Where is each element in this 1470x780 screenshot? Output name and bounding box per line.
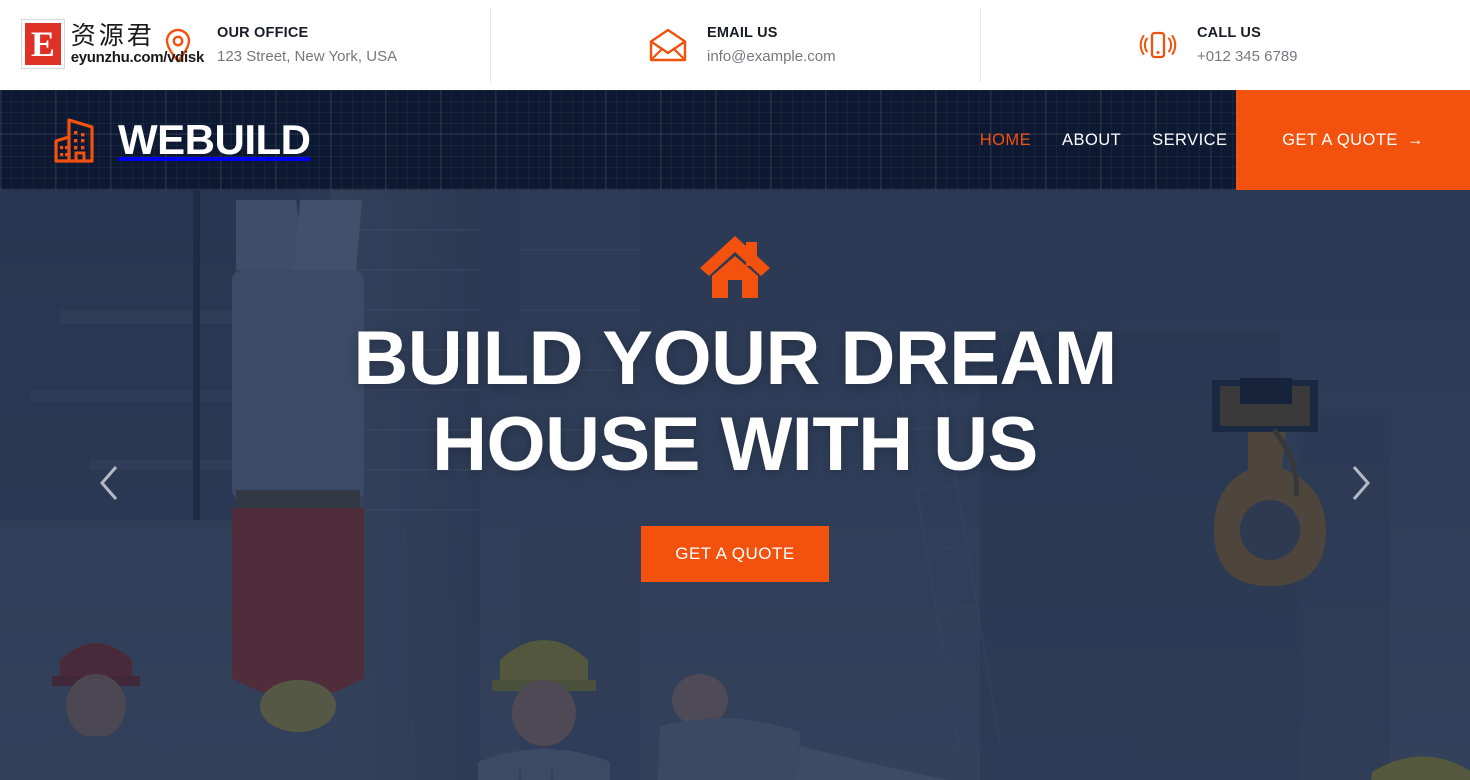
hero-carousel: BUILD YOUR DREAM HOUSE WITH US GET A QUO… xyxy=(0,190,1470,780)
topbar-title-office: OUR OFFICE xyxy=(217,25,309,42)
carousel-prev-button[interactable] xyxy=(88,459,132,511)
building-icon xyxy=(48,112,104,168)
hero-headline-line1: BUILD YOUR DREAM xyxy=(353,316,1117,401)
brand-logo-link[interactable]: WEBUILD xyxy=(48,112,311,168)
brand-name: WEBUILD xyxy=(118,116,311,163)
navbar-get-a-quote-button[interactable]: GET A QUOTE → xyxy=(1236,90,1470,190)
chevron-right-icon xyxy=(1347,463,1373,508)
hero-content: BUILD YOUR DREAM HOUSE WITH US GET A QUO… xyxy=(0,190,1470,780)
topbar-item-office[interactable]: OUR OFFICE 123 Street, New York, USA xyxy=(0,0,490,90)
topbar-value-office: 123 Street, New York, USA xyxy=(217,47,398,65)
nav-item-about[interactable]: ABOUT xyxy=(1062,131,1121,150)
chevron-left-icon xyxy=(97,463,123,508)
nav-item-about-label: ABOUT xyxy=(1062,130,1122,149)
map-marker-icon xyxy=(155,22,201,68)
topbar-item-phone[interactable]: CALL US +012 345 6789 xyxy=(980,0,1470,90)
top-contact-bar: OUR OFFICE 123 Street, New York, USA EMA… xyxy=(0,0,1470,90)
hero-get-a-quote-button[interactable]: GET A QUOTE xyxy=(641,526,829,582)
topbar-title-email: EMAIL US xyxy=(707,25,778,42)
topbar-title-phone: CALL US xyxy=(1197,25,1261,42)
webuild-landing-page: OUR OFFICE 123 Street, New York, USA EMA… xyxy=(0,0,1470,780)
house-icon xyxy=(698,230,772,302)
phone-vibrate-icon xyxy=(1135,22,1181,68)
navbar-quote-label: GET A QUOTE xyxy=(1282,130,1398,149)
hero-headline: BUILD YOUR DREAM HOUSE WITH US xyxy=(353,316,1117,488)
envelope-icon xyxy=(645,22,691,68)
hero-headline-line2: HOUSE WITH US xyxy=(432,402,1038,487)
carousel-next-button[interactable] xyxy=(1338,459,1382,511)
topbar-value-email: info@example.com xyxy=(707,47,836,65)
nav-item-service-label: SERVICE xyxy=(1152,130,1228,149)
nav-item-service[interactable]: SERVICE xyxy=(1152,131,1227,150)
main-navbar: WEBUILD HOME ABOUT SERVICE PAGES CONTACT… xyxy=(0,90,1470,190)
nav-item-home[interactable]: HOME xyxy=(980,131,1031,150)
topbar-value-phone: +012 345 6789 xyxy=(1197,47,1298,65)
hero-cta-label: GET A QUOTE xyxy=(675,544,795,563)
nav-item-home-label: HOME xyxy=(979,130,1032,149)
topbar-item-email[interactable]: EMAIL US info@example.com xyxy=(490,0,980,90)
arrow-right-icon: → xyxy=(1406,130,1424,149)
